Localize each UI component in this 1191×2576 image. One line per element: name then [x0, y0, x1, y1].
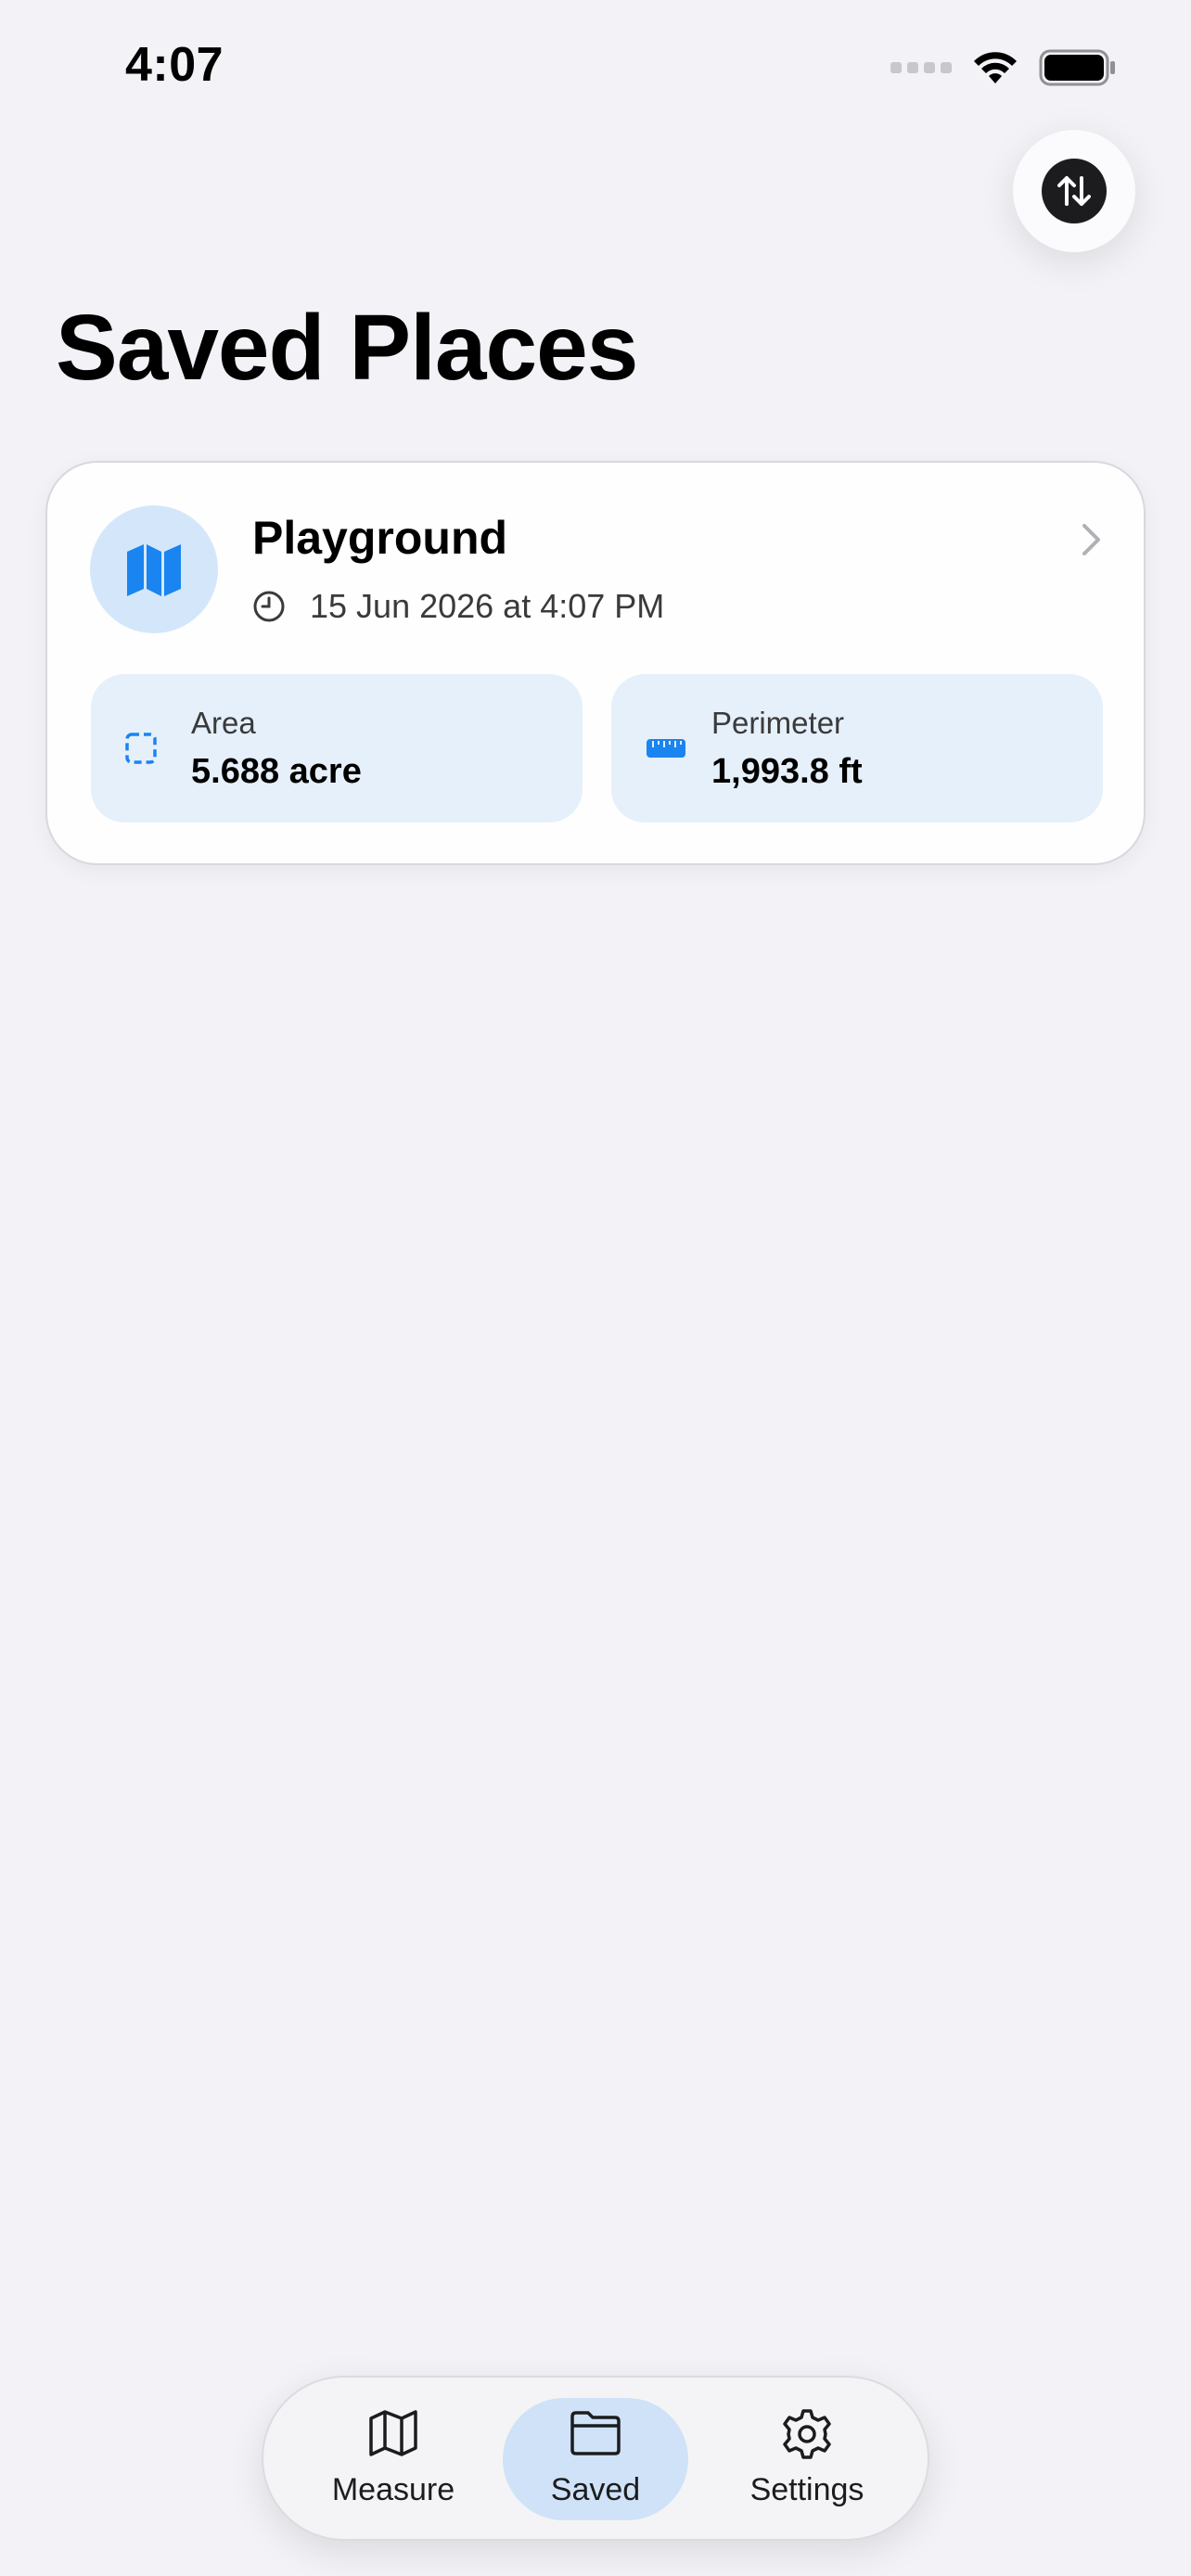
- sort-up-down-icon: [1042, 159, 1107, 223]
- place-date-row: 15 Jun 2026 at 4:07 PM: [252, 587, 664, 626]
- tab-settings[interactable]: Settings: [714, 2398, 900, 2520]
- place-date: 15 Jun 2026 at 4:07 PM: [310, 587, 665, 625]
- area-label: Area: [191, 706, 256, 740]
- wifi-icon: [974, 52, 1017, 83]
- perimeter-stat: Perimeter 1,993.8 ft: [611, 674, 1103, 823]
- gear-icon: [714, 2407, 900, 2463]
- tab-settings-label: Settings: [749, 2472, 864, 2507]
- perimeter-value: 1,993.8 ft: [711, 752, 863, 791]
- area-stat: Area 5.688 acre: [91, 674, 583, 823]
- tab-measure-label: Measure: [331, 2472, 455, 2507]
- chevron-right-icon: [1082, 524, 1100, 555]
- map-icon: [301, 2407, 486, 2463]
- status-time: 4:07: [125, 38, 224, 92]
- cellular-signal-icon: [890, 62, 952, 73]
- folder-icon: [503, 2407, 688, 2463]
- sort-button[interactable]: [1013, 130, 1135, 252]
- perimeter-label: Perimeter: [711, 706, 845, 740]
- ruler-icon: [647, 739, 685, 758]
- place-name: Playground: [252, 512, 508, 564]
- status-icons: [890, 45, 1117, 91]
- tab-saved-label: Saved: [550, 2472, 641, 2507]
- tab-bar: Measure Saved Settings: [262, 2376, 929, 2541]
- map-icon: [90, 505, 218, 633]
- saved-place-card[interactable]: Playground 15 Jun 2026 at 4:07 PM Area 5…: [45, 461, 1146, 865]
- battery-icon: [1039, 49, 1115, 86]
- tab-saved[interactable]: Saved: [503, 2398, 688, 2520]
- area-value: 5.688 acre: [191, 752, 362, 791]
- tab-measure[interactable]: Measure: [301, 2398, 486, 2520]
- status-bar: 4:07: [0, 0, 1191, 139]
- area-selection-icon: [125, 733, 157, 764]
- clock-icon: [253, 591, 285, 622]
- page-title: Saved Places: [56, 296, 638, 400]
